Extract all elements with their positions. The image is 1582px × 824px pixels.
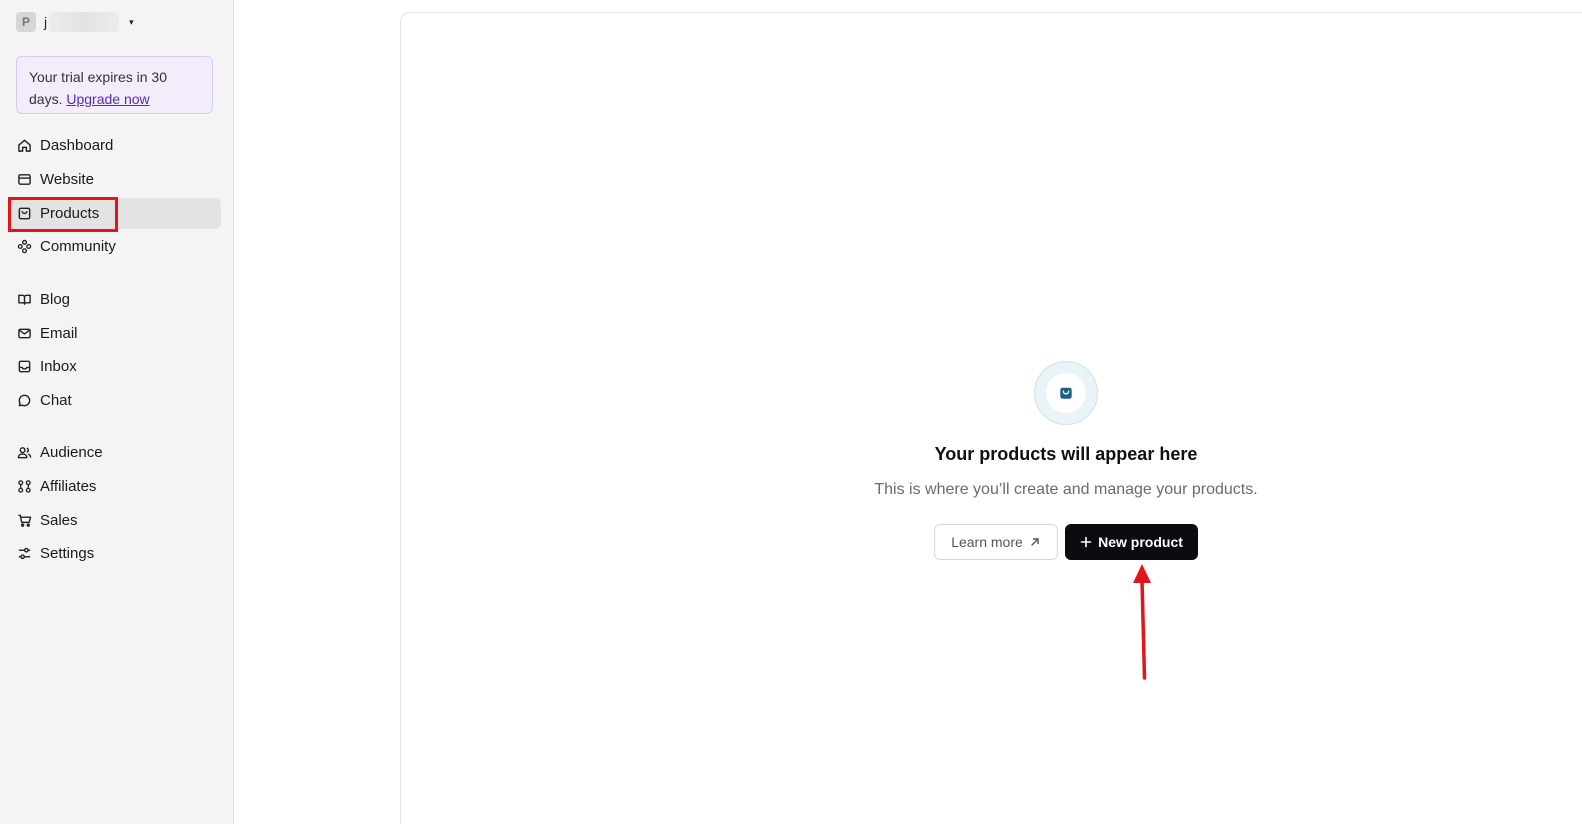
new-product-label: New product: [1098, 534, 1183, 550]
sidebar-item-dashboard[interactable]: Dashboard: [8, 130, 221, 161]
sidebar-item-label: Audience: [40, 444, 103, 461]
sidebar-item-label: Inbox: [40, 358, 77, 375]
caret-down-icon: ▾: [129, 16, 134, 27]
affiliates-icon: [18, 480, 31, 493]
sidebar-item-label: Dashboard: [40, 137, 114, 154]
sidebar-item-community[interactable]: Community: [8, 231, 221, 262]
arrow-up-right-icon: [1031, 538, 1039, 546]
sidebar-item-inbox[interactable]: Inbox: [8, 351, 221, 382]
learn-more-label: Learn more: [951, 534, 1023, 550]
sidebar-item-label: Blog: [40, 291, 71, 308]
plus-icon: [1080, 536, 1092, 548]
empty-state-title: Your products will appear here: [934, 444, 1198, 464]
new-product-button[interactable]: New product: [1065, 524, 1198, 560]
sidebar-item-email[interactable]: Email: [8, 318, 221, 349]
empty-state-icon-inner: [1046, 373, 1086, 413]
browser-icon: [18, 174, 31, 185]
mail-icon: [18, 328, 31, 339]
sidebar-item-affiliates[interactable]: Affiliates: [8, 471, 221, 502]
empty-state-subtitle: This is where you’ll create and manage y…: [874, 481, 1258, 498]
sidebar-item-sales[interactable]: Sales: [8, 505, 221, 536]
workspace-name-redacted: [49, 12, 120, 32]
workspace-switcher[interactable]: P j ▾: [16, 12, 134, 32]
sidebar-item-website[interactable]: Website: [8, 164, 221, 195]
bag-icon: [1060, 387, 1072, 399]
sidebar-item-label: Website: [40, 171, 94, 188]
inbox-icon: [18, 360, 31, 373]
upgrade-link[interactable]: Upgrade now: [66, 91, 149, 107]
sidebar-item-label: Products: [40, 205, 100, 222]
cart-icon: [18, 514, 32, 527]
chat-icon: [18, 394, 31, 407]
sidebar-item-label: Settings: [40, 545, 95, 562]
trial-banner: Your trial expires in 30 days. Upgrade n…: [16, 56, 213, 114]
sidebar-item-products[interactable]: Products: [8, 198, 221, 229]
home-icon: [18, 139, 31, 152]
book-icon: [18, 294, 31, 305]
sidebar-item-label: Email: [40, 325, 78, 342]
main-panel: [400, 12, 1582, 824]
sidebar-item-settings[interactable]: Settings: [8, 538, 221, 569]
learn-more-button[interactable]: Learn more: [934, 524, 1058, 560]
sidebar-item-chat[interactable]: Chat: [8, 385, 221, 416]
users-icon: [17, 447, 32, 459]
sliders-icon: [18, 547, 31, 560]
workspace-avatar: P: [16, 12, 36, 32]
sidebar-item-label: Community: [40, 238, 116, 255]
sidebar-item-blog[interactable]: Blog: [8, 284, 221, 315]
empty-state-icon-badge: [1034, 361, 1098, 425]
sidebar-item-audience[interactable]: Audience: [8, 437, 221, 468]
sidebar-item-label: Chat: [40, 392, 72, 409]
sidebar-item-label: Affiliates: [40, 478, 97, 495]
sidebar: P j ▾ Your trial expires in 30 days. Upg…: [0, 0, 234, 824]
community-icon: [17, 239, 32, 254]
sidebar-item-label: Sales: [40, 512, 78, 529]
bag-icon: [18, 207, 31, 220]
workspace-name: j: [44, 14, 48, 30]
